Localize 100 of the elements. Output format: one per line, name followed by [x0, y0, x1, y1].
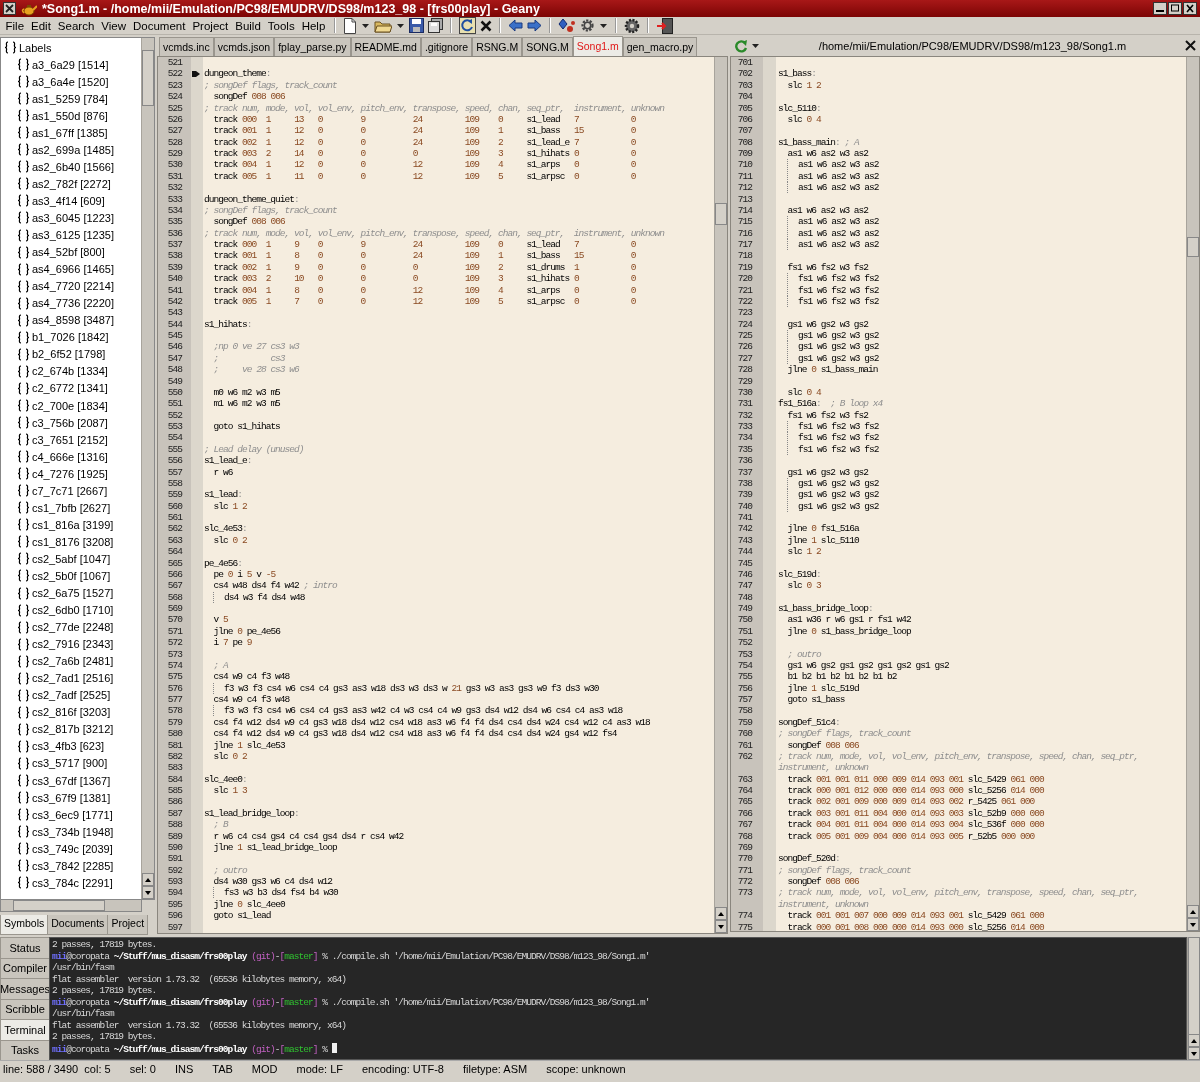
symbol-item[interactable]: as3_6125 [1235] — [32, 229, 114, 242]
sidebar-tab[interactable]: Project — [107, 915, 149, 935]
symbol-item[interactable]: cs3_67f9 [1381] — [32, 791, 111, 804]
close-icon[interactable] — [479, 19, 492, 32]
caret-icon[interactable] — [395, 21, 405, 30]
menu-item[interactable]: File — [2, 19, 28, 32]
caret-icon[interactable] — [751, 41, 760, 50]
symbol-item[interactable]: as4_6966 [1465] — [32, 263, 114, 276]
symbol-item[interactable]: as1_5259 [784] — [32, 92, 108, 105]
symbol-item[interactable]: b1_7026 [1842] — [32, 331, 109, 344]
save-icon[interactable] — [408, 18, 424, 33]
file-tab[interactable]: RSNG.M — [472, 37, 523, 56]
symbol-item[interactable]: cs3_6ec9 [1771] — [32, 808, 113, 821]
symbol-item[interactable]: c2_674b [1334] — [32, 365, 108, 378]
minimize-icon[interactable] — [1153, 2, 1167, 15]
scrollbar[interactable] — [714, 57, 727, 933]
save-all-icon[interactable] — [427, 18, 443, 33]
symbol-item[interactable]: cs3_7842 [2285] — [32, 859, 114, 872]
scrollbar[interactable] — [0, 900, 142, 912]
symbol-item[interactable]: as2_782f [2272] — [32, 177, 111, 190]
panel-tab[interactable]: Terminal — [0, 1019, 49, 1041]
symbol-item[interactable]: cs2_77de [2248] — [32, 621, 114, 634]
file-tab[interactable]: vcmds.json — [213, 37, 275, 56]
symbol-item[interactable]: as4_52bf [800] — [32, 246, 105, 259]
symbol-item[interactable]: as1_67ff [1385] — [32, 126, 108, 139]
symbol-item[interactable]: cs3_749c [2039] — [32, 842, 113, 855]
close-icon[interactable] — [1185, 40, 1196, 51]
back-icon[interactable] — [507, 19, 523, 32]
symbol-item[interactable]: as3_4f14 [609] — [32, 194, 105, 207]
reload-icon[interactable] — [458, 17, 476, 34]
symbol-item[interactable]: c4_7276 [1925] — [32, 467, 108, 480]
menu-item[interactable]: Tools — [264, 19, 299, 32]
symbol-item[interactable]: cs2_6db0 [1710] — [32, 604, 114, 617]
panel-tab[interactable]: Compiler — [0, 957, 49, 979]
symbol-item[interactable]: cs2_7916 [2343] — [32, 638, 114, 651]
menu-item[interactable]: Build — [231, 19, 265, 32]
file-tab[interactable]: README.md — [350, 37, 421, 56]
symbol-item[interactable]: as2_699a [1485] — [32, 143, 114, 156]
symbol-item[interactable]: as4_8598 [3487] — [32, 314, 114, 327]
menu-item[interactable]: Help — [298, 19, 329, 32]
symbol-item[interactable]: cs3_5717 [900] — [32, 757, 108, 770]
gear-icon[interactable] — [579, 18, 595, 33]
symbol-item[interactable]: c3_756b [2087] — [32, 416, 108, 429]
symbol-item[interactable]: cs3_67df [1367] — [32, 774, 111, 787]
symbol-item[interactable]: cs3_784c [2291] — [32, 876, 113, 889]
symbol-item[interactable]: c2_6772 [1341] — [32, 382, 108, 395]
symbol-item[interactable]: cs2_7adf [2525] — [32, 689, 111, 702]
caret-icon[interactable] — [360, 21, 370, 30]
exit-icon[interactable] — [655, 17, 673, 34]
symbol-item[interactable]: cs2_817b [3212] — [32, 723, 114, 736]
file-tab[interactable]: SONG.M — [522, 37, 573, 56]
symbol-item[interactable]: as2_6b40 [1566] — [32, 160, 114, 173]
symbol-item[interactable]: cs2_7a6b [2481] — [32, 655, 114, 668]
scrollbar[interactable] — [141, 38, 154, 899]
sidebar-tab[interactable]: Documents — [47, 915, 109, 935]
symbol-item[interactable]: cs2_816f [3203] — [32, 706, 111, 719]
menu-item[interactable]: Edit — [27, 19, 55, 32]
symbol-item[interactable]: cs1_7bfb [2627] — [32, 501, 111, 514]
symbol-item[interactable]: cs1_8176 [3208] — [32, 535, 114, 548]
file-icon[interactable] — [342, 17, 357, 34]
menu-item[interactable]: Search — [54, 19, 98, 32]
symbol-item[interactable]: c2_700e [1834] — [32, 399, 108, 412]
maximize-icon[interactable] — [1168, 2, 1182, 15]
menu-item[interactable]: Project — [188, 19, 232, 32]
symbol-item[interactable]: cs2_7ad1 [2516] — [32, 672, 114, 685]
symbol-item[interactable]: cs3_4fb3 [623] — [32, 740, 105, 753]
forward-icon[interactable] — [526, 19, 542, 32]
file-tab[interactable]: .gitignore — [420, 37, 473, 56]
panel-tab[interactable]: Status — [0, 937, 49, 959]
scrollbar[interactable] — [1186, 57, 1199, 931]
symbol-item[interactable]: c7_7c71 [2667] — [32, 484, 108, 497]
symbol-item[interactable]: a3_6a4e [1520] — [32, 75, 109, 88]
symbol-item[interactable]: as4_7720 [2214] — [32, 280, 114, 293]
symbol-item[interactable]: a3_6a29 [1514] — [32, 58, 109, 71]
symbol-item[interactable]: cs2_5b0f [1067] — [32, 569, 111, 582]
panel-tab[interactable]: Tasks — [0, 1039, 49, 1061]
menu-item[interactable]: View — [97, 19, 130, 32]
symbol-item[interactable]: cs2_6a75 [1527] — [32, 587, 114, 599]
caret-icon[interactable] — [598, 21, 608, 30]
symbol-item[interactable]: c4_666e [1316] — [32, 450, 108, 463]
symbol-item[interactable]: Labels — [19, 41, 52, 54]
panel-tab[interactable]: Scribble — [0, 998, 49, 1020]
settings-icon[interactable] — [623, 17, 640, 34]
symbol-item[interactable]: cs2_5abf [1047] — [32, 552, 111, 565]
build-icon[interactable] — [557, 17, 576, 34]
file-tab[interactable]: Song1.m — [572, 36, 623, 56]
symbol-item[interactable]: as4_7736 [2220] — [32, 297, 114, 310]
menu-item[interactable]: Document — [129, 19, 189, 32]
symbol-item[interactable]: cs1_816a [3199] — [32, 518, 114, 531]
symbol-item[interactable]: b2_6f52 [1798] — [32, 348, 106, 361]
symbol-item[interactable]: as1_550d [876] — [32, 109, 108, 122]
scrollbar[interactable] — [1187, 937, 1200, 1060]
close-icon[interactable] — [1183, 2, 1197, 15]
symbol-item[interactable]: c3_7651 [2152] — [32, 433, 108, 446]
file-tab[interactable]: gen_macro.py — [622, 37, 698, 56]
sidebar-tab[interactable]: Symbols — [0, 915, 49, 935]
window-menu-icon[interactable] — [3, 2, 16, 15]
symbol-item[interactable]: as3_6045 [1223] — [32, 212, 114, 224]
file-tab[interactable]: vcmds.inc — [159, 37, 214, 56]
panel-tab[interactable]: Messages — [0, 978, 49, 1000]
